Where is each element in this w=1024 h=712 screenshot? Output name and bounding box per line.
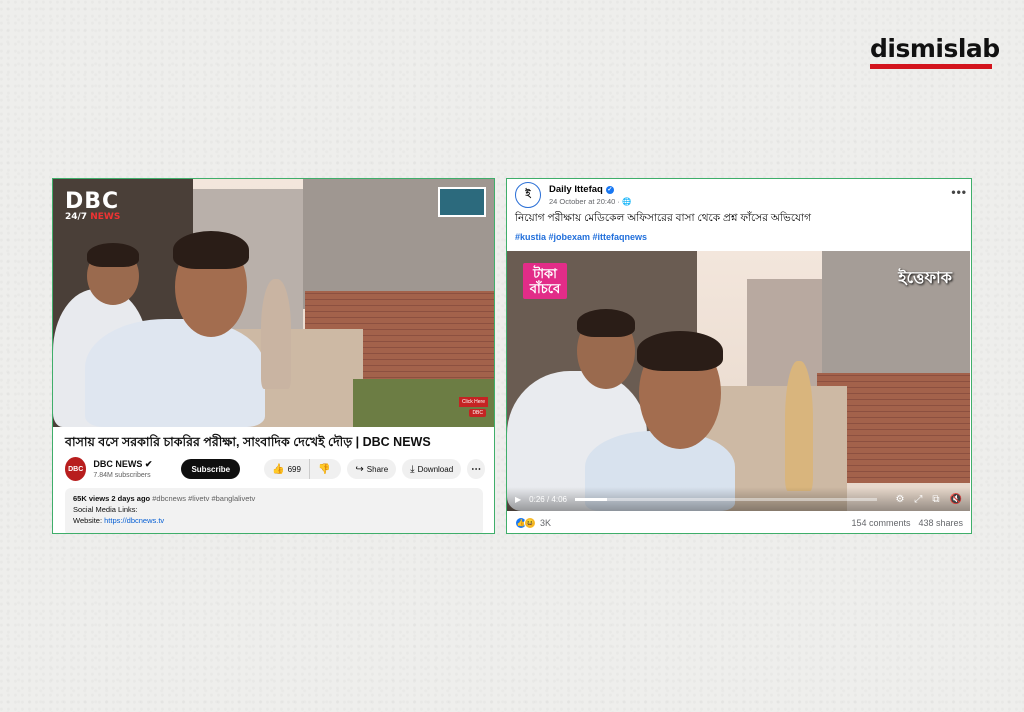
haha-reaction-icon: 😆 — [524, 517, 536, 529]
channel-name[interactable]: DBC NEWS — [93, 459, 142, 469]
description-hashtags[interactable]: #dbcnews #livetv #banglalivetv — [152, 494, 255, 503]
thumbs-down-icon: 👎 — [317, 463, 331, 475]
dbc-logo: DBC 24/7 NEWS — [65, 189, 121, 222]
brand-name: dismislab — [870, 34, 1000, 63]
facebook-video-player[interactable]: টাকা বাঁচবে ইত্তেফাক ▶ 0:26 / 4:06 ⚙ ⤢ ⧉… — [507, 251, 970, 511]
video-time: 0:26 / 4:06 — [529, 494, 567, 504]
video-description[interactable]: 65K views 2 days ago #dbcnews #livetv #b… — [65, 488, 483, 533]
post-timestamp[interactable]: 24 October at 20:40 · — [549, 197, 622, 206]
share-button[interactable]: ↪ Share — [347, 459, 397, 479]
website-label: Website: — [73, 516, 103, 525]
video-title: বাসায় বসে সরকারি চাকরির পরীক্ষা, সাংবাদ… — [65, 435, 431, 449]
settings-gear-icon[interactable]: ⚙ — [895, 494, 904, 505]
youtube-video-player[interactable]: DBC 24/7 NEWS Click Here DBC — [53, 179, 494, 427]
verified-check-icon: ✔ — [144, 459, 153, 469]
video-progress-fill — [574, 497, 608, 501]
verified-badge-icon: ✓ — [605, 185, 614, 194]
page-avatar[interactable]: ই — [515, 182, 541, 208]
ittefaq-watermark: ইত্তেফাক — [898, 270, 952, 287]
pip-icon[interactable]: ⧉ — [932, 494, 939, 505]
subscriber-count: 7.84M subscribers — [93, 472, 151, 479]
dislike-button[interactable]: 👎 — [309, 459, 342, 479]
view-count: 65K views — [73, 494, 110, 503]
video-progress-bar[interactable] — [574, 497, 878, 501]
page-name[interactable]: Daily Ittefaq — [549, 184, 603, 195]
reaction-count[interactable]: 3K — [540, 518, 551, 528]
post-hashtags[interactable]: #kustia #jobexam #ittefaqnews — [515, 232, 647, 242]
globe-icon: 🌐 — [621, 197, 632, 206]
ellipsis-icon: ⋯ — [471, 463, 482, 475]
channel-row: DBC DBC NEWS ✔ 7.84M subscribers Subscri… — [65, 455, 485, 483]
download-button[interactable]: ⤓ Download — [402, 459, 462, 479]
upload-age: 2 days ago — [111, 494, 151, 503]
video-controls: ▶ 0:26 / 4:06 ⚙ ⤢ ⧉ 🔇 — [507, 487, 970, 511]
taka-bachbe-overlay: টাকা বাঁচবে — [523, 263, 567, 299]
like-button[interactable]: 👍 699 — [264, 459, 310, 479]
youtube-screenshot-panel: DBC 24/7 NEWS Click Here DBC বাসায় বসে … — [52, 178, 495, 534]
ellipsis-icon: ••• — [951, 185, 967, 199]
facebook-screenshot-panel: ই Daily Ittefaq ✓ 24 October at 20:40 · 🌐… — [506, 178, 972, 534]
subscribe-button[interactable]: Subscribe — [181, 459, 241, 479]
mute-icon[interactable]: 🔇 — [950, 494, 962, 505]
more-options-button[interactable]: ⋯ — [467, 459, 485, 479]
share-count[interactable]: 438 shares — [918, 518, 963, 528]
click-here-badge[interactable]: Click Here — [458, 397, 488, 407]
fullscreen-icon[interactable]: ⤢ — [914, 494, 922, 505]
dismislab-logo: dismislab — [870, 34, 1000, 69]
thumbs-up-icon: 👍 — [272, 463, 285, 475]
end-card-thumbnail[interactable] — [438, 187, 486, 217]
website-link[interactable]: https://dbcnews.tv — [104, 516, 164, 525]
post-header: ই Daily Ittefaq ✓ 24 October at 20:40 · 🌐 — [515, 181, 963, 209]
brand-underline — [870, 64, 992, 69]
social-links-label: Social Media Links: — [73, 505, 138, 514]
post-footer: 👍 😆 3K 154 comments 438 shares — [515, 515, 963, 531]
share-arrow-icon: ↪ — [355, 463, 364, 475]
post-text: নিয়োগ পরীক্ষায় মেডিকেল অফিসারের বাসা থ… — [515, 212, 812, 224]
play-icon[interactable]: ▶ — [515, 495, 521, 504]
channel-avatar[interactable]: DBC — [65, 457, 87, 481]
comment-count[interactable]: 154 comments — [851, 518, 910, 528]
post-options-button[interactable]: ••• — [951, 185, 967, 199]
dbc-watermark: DBC — [469, 409, 486, 417]
download-icon: ⤓ — [410, 463, 415, 475]
like-dislike-group: 👍 699 👎 — [264, 459, 342, 479]
